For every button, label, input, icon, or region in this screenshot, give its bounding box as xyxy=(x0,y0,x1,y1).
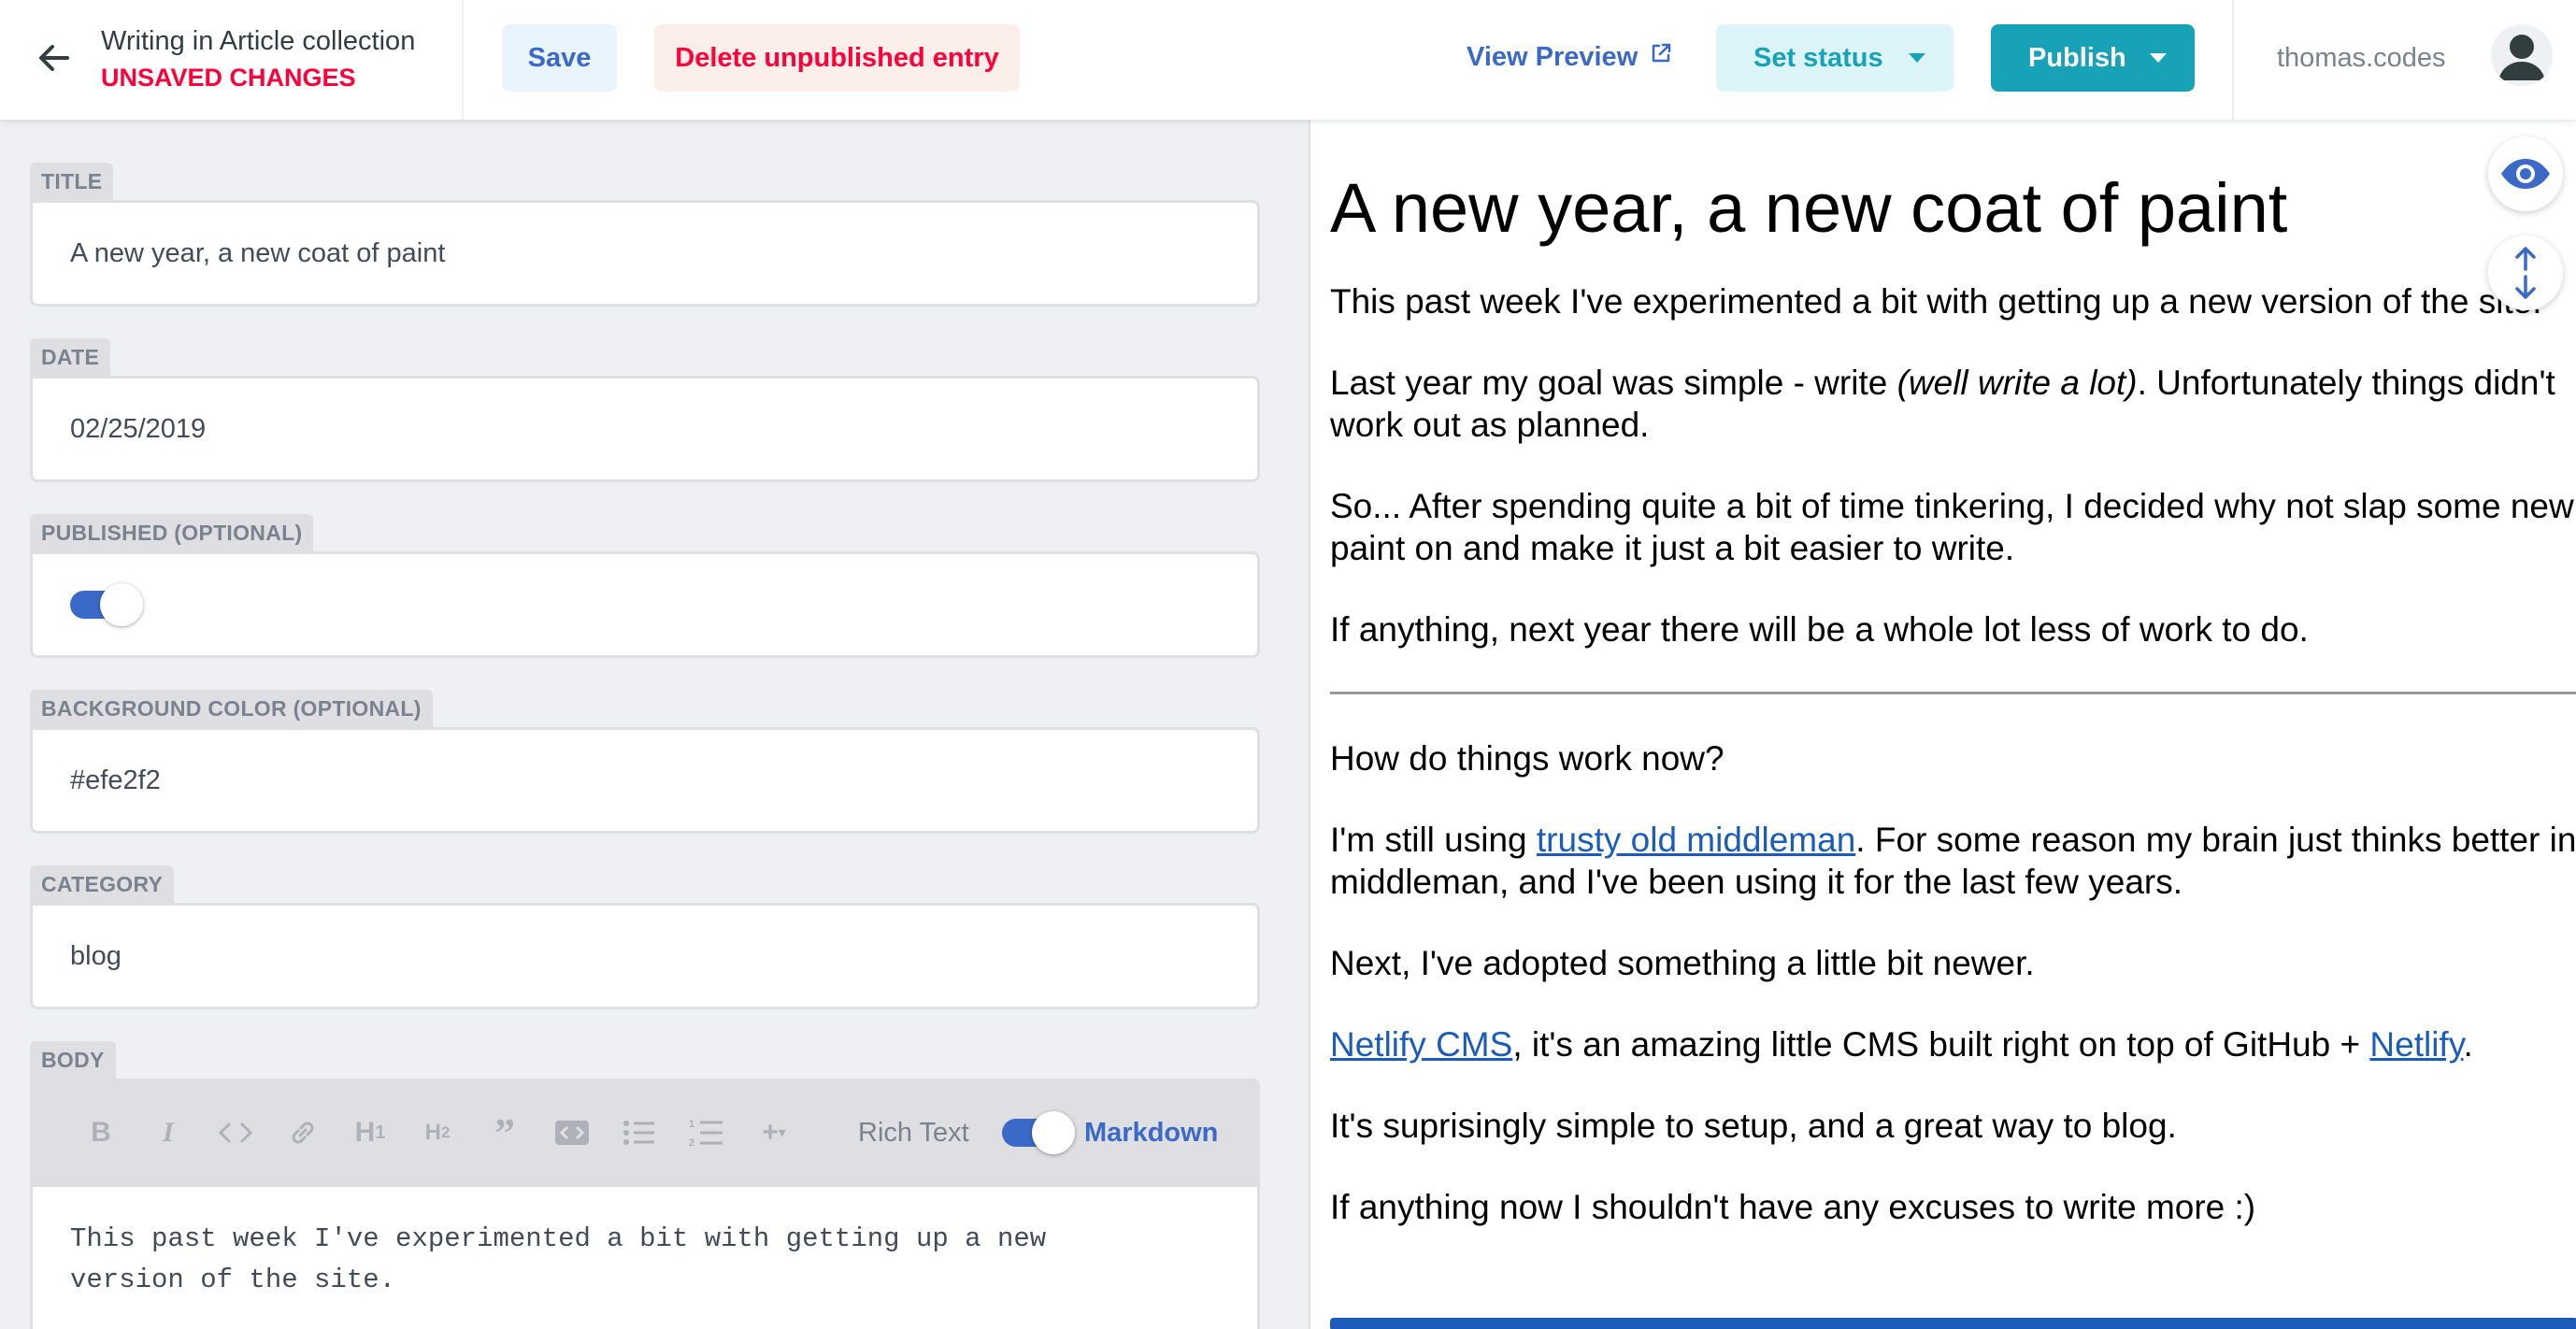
text: Last year my goal was simple - write xyxy=(1330,364,1897,402)
body-field: BODY B I H1 H2 ” 12 + ▾ Rich Text Markdo… xyxy=(30,1041,1260,1329)
preview-paragraph: Next, I've adopted something a little bi… xyxy=(1330,944,2035,982)
preview-paragraph: I'm still using trusty old middleman. Fo… xyxy=(1330,819,2576,903)
heading-1-icon[interactable]: H1 xyxy=(336,1114,404,1151)
preview-paragraph: How do things work now? xyxy=(1330,739,1724,778)
publish-button[interactable]: Publish xyxy=(1991,24,2195,92)
toggle-knob xyxy=(1032,1111,1075,1154)
published-label: PUBLISHED (OPTIONAL) xyxy=(30,514,314,551)
category-label: CATEGORY xyxy=(30,865,175,903)
markdown-mode-toggle[interactable] xyxy=(1002,1111,1075,1154)
toggle-preview-eye-icon[interactable] xyxy=(2488,136,2563,211)
set-status-label: Set status xyxy=(1753,42,1883,73)
divider xyxy=(2232,0,2234,120)
preview-bottom-bar xyxy=(1330,1318,2576,1329)
netlify-cms-link[interactable]: Netlify CMS xyxy=(1330,1025,1512,1064)
middleman-link[interactable]: trusty old middleman xyxy=(1537,821,1855,859)
preview-paragraph: If anything, next year there will be a w… xyxy=(1330,610,2309,649)
save-button[interactable]: Save xyxy=(502,24,617,92)
set-status-button[interactable]: Set status xyxy=(1716,24,1953,92)
toggle-knob xyxy=(100,583,143,626)
preview-pane: A new year, a new coat of paint This pas… xyxy=(1309,120,2576,1329)
italic-icon[interactable]: I xyxy=(135,1114,202,1151)
title-input[interactable]: A new year, a new coat of paint xyxy=(30,200,1260,307)
editor-pane: TITLE A new year, a new coat of paint DA… xyxy=(0,120,1309,1329)
text: I'm still using xyxy=(1330,821,1537,859)
preview-paragraph: Last year my goal was simple - write (we… xyxy=(1330,362,2576,446)
category-input[interactable]: blog xyxy=(30,903,1260,1009)
quote-icon[interactable]: ” xyxy=(471,1110,538,1156)
delete-entry-button[interactable]: Delete unpublished entry xyxy=(654,24,1020,92)
top-bar: Writing in Article collection UNSAVED CH… xyxy=(0,0,2576,120)
unsaved-changes-status: UNSAVED CHANGES xyxy=(101,64,356,92)
body-textarea[interactable]: This past week I've experimented a bit w… xyxy=(30,1187,1260,1329)
netlify-link[interactable]: Netlify xyxy=(2369,1025,2463,1064)
date-input[interactable]: 02/25/2019 xyxy=(30,376,1260,482)
preview-paragraph: Netlify CMS, it's an amazing little CMS … xyxy=(1330,1023,2576,1065)
external-link-icon xyxy=(1649,41,1673,73)
date-field: DATE 02/25/2019 xyxy=(30,338,1260,482)
svg-text:2: 2 xyxy=(689,1137,694,1148)
user-avatar-icon[interactable] xyxy=(2491,24,2553,86)
background-color-label: BACKGROUND COLOR (OPTIONAL) xyxy=(30,690,433,727)
editor-toolbar: B I H1 H2 ” 12 + ▾ Rich Text Markdown xyxy=(30,1079,1260,1187)
published-toggle[interactable] xyxy=(70,583,143,626)
rich-text-label: Rich Text xyxy=(858,1117,969,1148)
published-field: PUBLISHED (OPTIONAL) xyxy=(30,514,1260,658)
horizontal-rule xyxy=(1330,692,2576,694)
code-icon[interactable] xyxy=(202,1114,269,1151)
code-block-icon[interactable] xyxy=(538,1114,606,1151)
caret-down-icon xyxy=(2150,53,2167,63)
numbered-list-icon[interactable]: 12 xyxy=(673,1114,740,1151)
preview-paragraph: So... After spending quite a bit of time… xyxy=(1330,487,2574,567)
background-color-field: BACKGROUND COLOR (OPTIONAL) #efe2f2 xyxy=(30,690,1260,834)
user-name[interactable]: thomas.codes xyxy=(2277,43,2446,74)
title-label: TITLE xyxy=(30,163,114,200)
body-label: BODY xyxy=(30,1041,116,1079)
preview-paragraph: If anything now I shouldn't have any exc… xyxy=(1330,1188,2256,1226)
bulleted-list-icon[interactable] xyxy=(606,1114,673,1151)
background-color-input[interactable]: #efe2f2 xyxy=(30,727,1260,834)
sync-scroll-icon[interactable] xyxy=(2488,236,2563,310)
preview-content: A new year, a new coat of paint This pas… xyxy=(1330,120,2576,1267)
view-preview-label: View Preview xyxy=(1467,41,1639,72)
published-box xyxy=(30,551,1260,658)
heading-2-icon[interactable]: H2 xyxy=(404,1114,471,1151)
view-preview-link[interactable]: View Preview xyxy=(1467,41,1673,73)
add-component-icon[interactable]: + ▾ xyxy=(740,1114,808,1151)
back-arrow-icon[interactable] xyxy=(34,37,75,79)
preview-paragraph: It's suprisingly simple to setup, and a … xyxy=(1330,1107,2177,1145)
category-field: CATEGORY blog xyxy=(30,865,1260,1009)
link-icon[interactable] xyxy=(269,1114,336,1151)
publish-label: Publish xyxy=(2028,42,2126,73)
preview-paragraph: This past week I've experimented a bit w… xyxy=(1330,282,2542,321)
text: . xyxy=(2463,1025,2473,1064)
emphasis-text: (well write a lot) xyxy=(1896,364,2138,402)
svg-text:1: 1 xyxy=(689,1119,694,1130)
collection-label: Writing in Article collection xyxy=(101,26,416,56)
title-field: TITLE A new year, a new coat of paint xyxy=(30,163,1260,307)
preview-title: A new year, a new coat of paint xyxy=(1330,169,2288,247)
bold-icon[interactable]: B xyxy=(67,1114,135,1151)
date-label: DATE xyxy=(30,338,111,376)
markdown-label: Markdown xyxy=(1084,1117,1219,1148)
caret-down-icon xyxy=(1909,53,1925,63)
text: , it's an amazing little CMS built right… xyxy=(1512,1025,2370,1064)
divider xyxy=(462,0,464,120)
